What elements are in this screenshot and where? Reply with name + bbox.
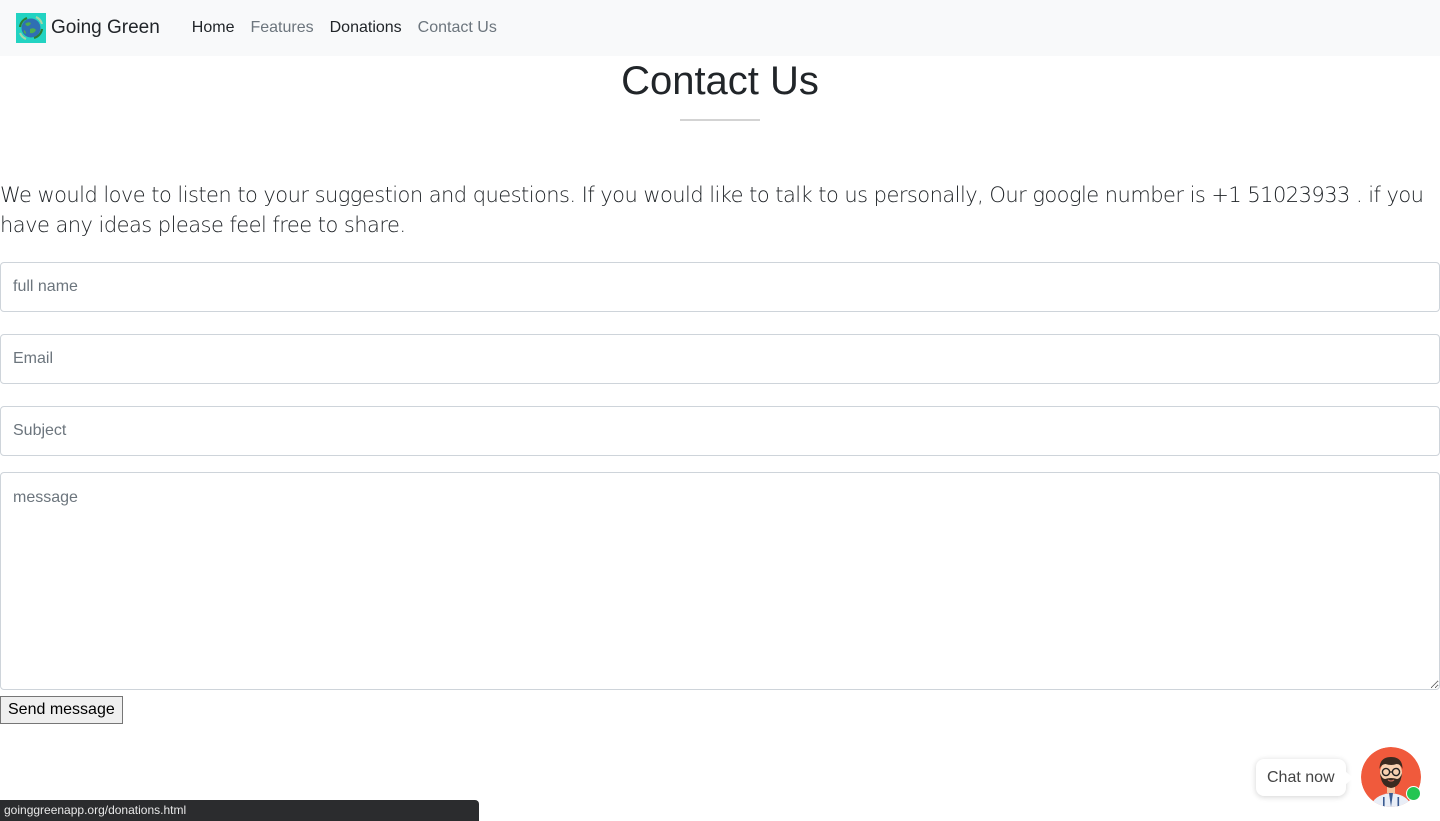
intro-text: We would love to listen to your suggesti…: [0, 183, 1424, 237]
title-divider: [680, 119, 760, 121]
nav-link-donations[interactable]: Donations: [322, 16, 410, 40]
page-title: Contact Us: [621, 59, 819, 103]
navbar: Going Green Home Features Donations Cont…: [0, 0, 1440, 56]
nav-links: Home Features Donations Contact Us: [184, 16, 505, 40]
earth-recycle-logo-icon: [16, 13, 46, 43]
message-textarea[interactable]: [0, 472, 1440, 690]
full-name-input[interactable]: [0, 262, 1440, 312]
online-status-icon: [1406, 786, 1421, 801]
brand-link[interactable]: Going Green: [16, 13, 160, 43]
chat-now-bubble[interactable]: Chat now: [1256, 759, 1353, 796]
email-input[interactable]: [0, 334, 1440, 384]
brand-name: Going Green: [51, 17, 160, 38]
link-status-bar: goinggreenapp.org/donations.html: [0, 800, 479, 821]
subject-input[interactable]: [0, 406, 1440, 456]
nav-link-contact-us[interactable]: Contact Us: [410, 16, 505, 40]
send-message-button[interactable]: Send message: [0, 696, 123, 724]
nav-link-home[interactable]: Home: [184, 16, 243, 40]
nav-link-features[interactable]: Features: [242, 16, 321, 40]
